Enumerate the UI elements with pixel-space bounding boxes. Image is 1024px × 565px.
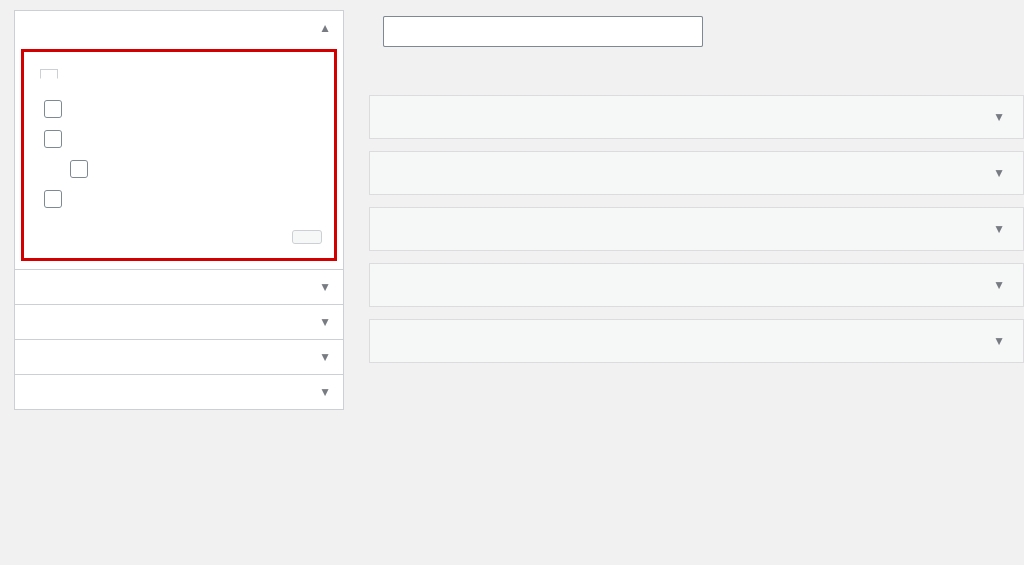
menu-item-meta: ▼ bbox=[975, 334, 1005, 348]
caret-down-icon: ▼ bbox=[993, 334, 1005, 348]
menu-item[interactable]: ▼ bbox=[369, 151, 1024, 195]
menu-item[interactable]: ▼ bbox=[369, 95, 1024, 139]
panel-pages: ▲ bbox=[14, 10, 344, 270]
menu-items-list: ▼ ▼ ▼ ▼ bbox=[369, 95, 1024, 363]
panel-tags-header[interactable]: ▼ bbox=[15, 375, 343, 409]
caret-down-icon: ▼ bbox=[319, 385, 331, 399]
menu-item-meta: ▼ bbox=[975, 222, 1005, 236]
list-item[interactable] bbox=[40, 94, 318, 124]
panel-tags: ▼ bbox=[14, 375, 344, 410]
menu-name-row bbox=[369, 10, 1024, 65]
annotation-text bbox=[15, 41, 343, 49]
menu-name-input[interactable] bbox=[383, 16, 703, 47]
checkbox[interactable] bbox=[44, 100, 62, 118]
panel-posts: ▼ bbox=[14, 270, 344, 305]
pages-checklist bbox=[36, 92, 322, 218]
panel-custom-links-header[interactable]: ▼ bbox=[15, 305, 343, 339]
panel-pages-body bbox=[21, 49, 337, 261]
caret-down-icon: ▼ bbox=[319, 350, 331, 364]
caret-down-icon: ▼ bbox=[993, 222, 1005, 236]
menu-item-meta: ▼ bbox=[975, 278, 1005, 292]
menu-item-meta: ▼ bbox=[975, 166, 1005, 180]
list-item[interactable] bbox=[40, 154, 318, 184]
panel-custom-links: ▼ bbox=[14, 305, 344, 340]
menu-item[interactable]: ▼ bbox=[369, 207, 1024, 251]
pages-tabs bbox=[36, 62, 322, 92]
checkbox[interactable] bbox=[44, 190, 62, 208]
caret-down-icon: ▼ bbox=[319, 280, 331, 294]
caret-up-icon: ▲ bbox=[319, 21, 331, 35]
caret-down-icon: ▼ bbox=[993, 166, 1005, 180]
list-item[interactable] bbox=[40, 124, 318, 154]
menu-item-meta: ▼ bbox=[975, 110, 1005, 124]
checkbox[interactable] bbox=[44, 130, 62, 148]
panel-categories: ▼ bbox=[14, 340, 344, 375]
panel-posts-header[interactable]: ▼ bbox=[15, 270, 343, 304]
tab-recent[interactable] bbox=[40, 69, 58, 79]
panel-pages-footer bbox=[36, 218, 322, 244]
add-to-menu-button[interactable] bbox=[292, 230, 322, 244]
panel-categories-header[interactable]: ▼ bbox=[15, 340, 343, 374]
caret-down-icon: ▼ bbox=[319, 315, 331, 329]
panel-pages-header[interactable]: ▲ bbox=[15, 11, 343, 45]
checkbox[interactable] bbox=[70, 160, 88, 178]
menu-item[interactable]: ▼ bbox=[369, 319, 1024, 363]
caret-down-icon: ▼ bbox=[993, 278, 1005, 292]
caret-down-icon: ▼ bbox=[993, 110, 1005, 124]
menu-item[interactable]: ▼ bbox=[369, 263, 1024, 307]
list-item[interactable] bbox=[40, 184, 318, 214]
